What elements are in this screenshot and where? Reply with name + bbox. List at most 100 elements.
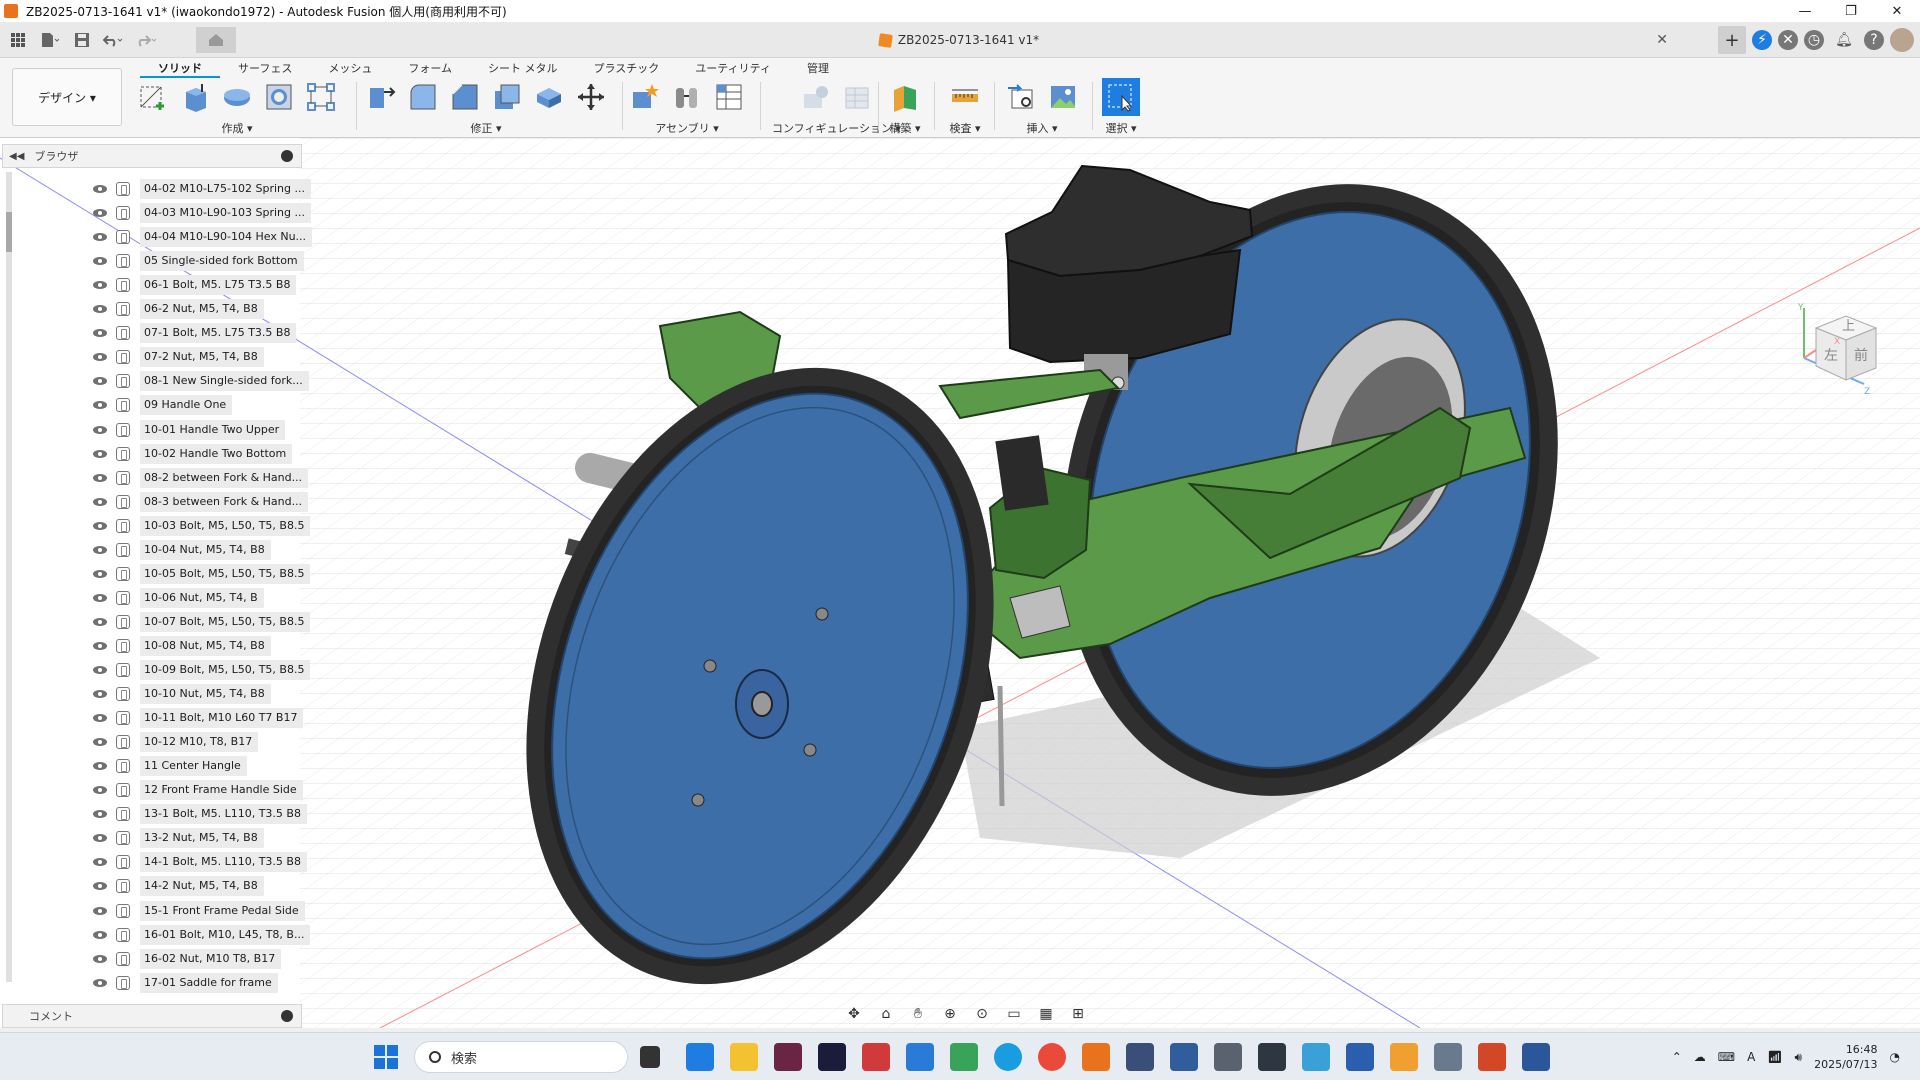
- visibility-eye-icon[interactable]: [92, 400, 108, 410]
- look-at-icon[interactable]: ⌂: [874, 1004, 898, 1024]
- chamfer-icon[interactable]: [448, 80, 482, 114]
- media-player-icon[interactable]: [1390, 1043, 1418, 1071]
- visibility-eye-icon[interactable]: [92, 785, 108, 795]
- visibility-eye-icon[interactable]: [92, 328, 108, 338]
- browser-minimize-icon[interactable]: [281, 150, 293, 162]
- bill-of-materials-icon[interactable]: [712, 80, 746, 114]
- revolve-icon[interactable]: [220, 80, 254, 114]
- workspace-dropdown[interactable]: デザイン ▾: [12, 68, 122, 126]
- app-icon-7[interactable]: [1170, 1043, 1198, 1071]
- redo-icon[interactable]: [132, 26, 160, 54]
- browser-item[interactable]: 10-04 Nut, M5, T4, B8: [92, 539, 271, 561]
- notification-center-icon[interactable]: ◔: [1890, 1050, 1900, 1064]
- browser-item[interactable]: 04-02 M10-L75-102 Spring ...: [92, 178, 311, 200]
- save-icon[interactable]: [68, 26, 96, 54]
- visibility-eye-icon[interactable]: [92, 665, 108, 675]
- visibility-eye-icon[interactable]: [92, 593, 108, 603]
- browser-item[interactable]: 10-06 Nut, M5, T4, B: [92, 587, 264, 609]
- insert-image-icon[interactable]: [1046, 80, 1080, 114]
- browser-item[interactable]: 10-07 Bolt, M5, L50, T5, B8.5: [92, 611, 311, 633]
- fusion-taskbar-icon[interactable]: [1082, 1043, 1110, 1071]
- pattern-icon[interactable]: [304, 80, 338, 114]
- browser-item[interactable]: 17-01 Saddle for frame: [92, 972, 278, 994]
- visibility-eye-icon[interactable]: [92, 641, 108, 651]
- assemble-group-label[interactable]: アセンブリ ▾: [655, 120, 718, 136]
- visibility-eye-icon[interactable]: [92, 954, 108, 964]
- browser-item[interactable]: 16-01 Bolt, M10, L45, T8, B...: [92, 924, 311, 946]
- pan-hand-icon[interactable]: ✋︎: [906, 1004, 930, 1024]
- browser-item[interactable]: 13-2 Nut, M5, T4, B8: [92, 827, 264, 849]
- taskbar-search-input[interactable]: 検索: [414, 1041, 628, 1073]
- press-pull-icon[interactable]: [364, 80, 398, 114]
- zoom-window-icon[interactable]: ⊙: [970, 1004, 994, 1024]
- modify-group-label[interactable]: 修正 ▾: [470, 120, 501, 136]
- browser-item[interactable]: 10-12 M10, T8, B17: [92, 731, 259, 753]
- visibility-eye-icon[interactable]: [92, 425, 108, 435]
- visibility-eye-icon[interactable]: [92, 280, 108, 290]
- tray-overflow-chevron-icon[interactable]: ⌃: [1672, 1050, 1682, 1064]
- visibility-eye-icon[interactable]: [92, 713, 108, 723]
- home-icon[interactable]: [196, 27, 236, 53]
- notifications-bell-icon[interactable]: 🔔︎: [1830, 26, 1858, 54]
- visibility-eye-icon[interactable]: [92, 449, 108, 459]
- document-tab[interactable]: ZB2025-0713-1641 v1* ✕: [250, 22, 1668, 58]
- file-explorer-icon[interactable]: [730, 1043, 758, 1071]
- browser-item[interactable]: 10-01 Handle Two Upper: [92, 419, 286, 441]
- collapse-browser-icon[interactable]: ◀◀: [9, 151, 24, 162]
- visibility-eye-icon[interactable]: [92, 978, 108, 988]
- word-icon[interactable]: [1522, 1043, 1550, 1071]
- task-view-icon[interactable]: [640, 1046, 660, 1068]
- combine-icon[interactable]: [532, 80, 566, 114]
- browser-item[interactable]: 06-2 Nut, M5, T4, B8: [92, 298, 264, 320]
- keyboard-icon[interactable]: ⌨: [1718, 1050, 1735, 1064]
- browser-item[interactable]: 10-10 Nut, M5, T4, B8: [92, 683, 271, 705]
- app-icon-3[interactable]: [818, 1043, 846, 1071]
- app-icon-1[interactable]: [686, 1043, 714, 1071]
- visibility-eye-icon[interactable]: [92, 184, 108, 194]
- offset-plane-icon[interactable]: [888, 80, 922, 114]
- browser-item[interactable]: 14-1 Bolt, M5. L110, T3.5 B8: [92, 851, 307, 873]
- select-icon[interactable]: [1102, 78, 1140, 116]
- tab-surface[interactable]: サーフェス: [220, 60, 310, 78]
- create-sketch-icon[interactable]: [136, 80, 170, 114]
- visibility-eye-icon[interactable]: [92, 569, 108, 579]
- clock-history-icon[interactable]: ◷: [1804, 30, 1824, 50]
- tab-plastic[interactable]: プラスチック: [576, 60, 678, 78]
- add-comment-icon[interactable]: [281, 1010, 293, 1022]
- configure-group-label[interactable]: コンフィギュレーション ▾: [772, 120, 901, 136]
- visibility-eye-icon[interactable]: [92, 473, 108, 483]
- tab-manage[interactable]: 管理: [789, 60, 847, 78]
- visibility-eye-icon[interactable]: [92, 857, 108, 867]
- construct-group-label[interactable]: 構築 ▾: [889, 120, 920, 136]
- browser-item[interactable]: 10-09 Bolt, M5, L50, T5, B8.5: [92, 659, 311, 681]
- create-group-label[interactable]: 作成 ▾: [221, 120, 252, 136]
- browser-item[interactable]: 08-1 New Single-sided fork...: [92, 370, 309, 392]
- data-panel-grid-icon[interactable]: [4, 26, 32, 54]
- browser-item[interactable]: 10-08 Nut, M5, T4, B8: [92, 635, 271, 657]
- browser-item[interactable]: 10-03 Bolt, M5, L50, T5, B8.5: [92, 515, 311, 537]
- grid-settings-icon[interactable]: ▦: [1034, 1004, 1058, 1024]
- user-avatar[interactable]: [1890, 28, 1914, 52]
- extrude-icon[interactable]: [178, 80, 212, 114]
- minimize-button[interactable]: —: [1782, 0, 1828, 22]
- mail-icon[interactable]: [906, 1043, 934, 1071]
- app-icon-8[interactable]: [1258, 1043, 1286, 1071]
- app-icon-9[interactable]: [1302, 1043, 1330, 1071]
- chrome-browser-icon[interactable]: [1038, 1043, 1066, 1071]
- tab-sheet-metal[interactable]: シート メタル: [470, 60, 576, 78]
- app-icon-4[interactable]: [862, 1043, 890, 1071]
- visibility-eye-icon[interactable]: [92, 521, 108, 531]
- browser-item[interactable]: 14-2 Nut, M5, T4, B8: [92, 875, 264, 897]
- new-component-icon[interactable]: [628, 80, 662, 114]
- close-document-icon[interactable]: ✕: [1656, 32, 1668, 48]
- edge-browser-icon[interactable]: [994, 1043, 1022, 1071]
- new-tab-plus-icon[interactable]: +: [1718, 26, 1746, 54]
- calculator-icon[interactable]: [1434, 1043, 1462, 1071]
- browser-item[interactable]: 10-11 Bolt, M10 L60 T7 B17: [92, 707, 304, 729]
- powerpoint-icon[interactable]: [1478, 1043, 1506, 1071]
- extensions-icon[interactable]: ⚡: [1752, 30, 1772, 50]
- browser-header[interactable]: ◀◀ ブラウザ: [2, 144, 302, 168]
- configure-parameter-icon[interactable]: [799, 80, 833, 114]
- tab-form[interactable]: フォーム: [390, 60, 470, 78]
- undo-icon[interactable]: [100, 26, 128, 54]
